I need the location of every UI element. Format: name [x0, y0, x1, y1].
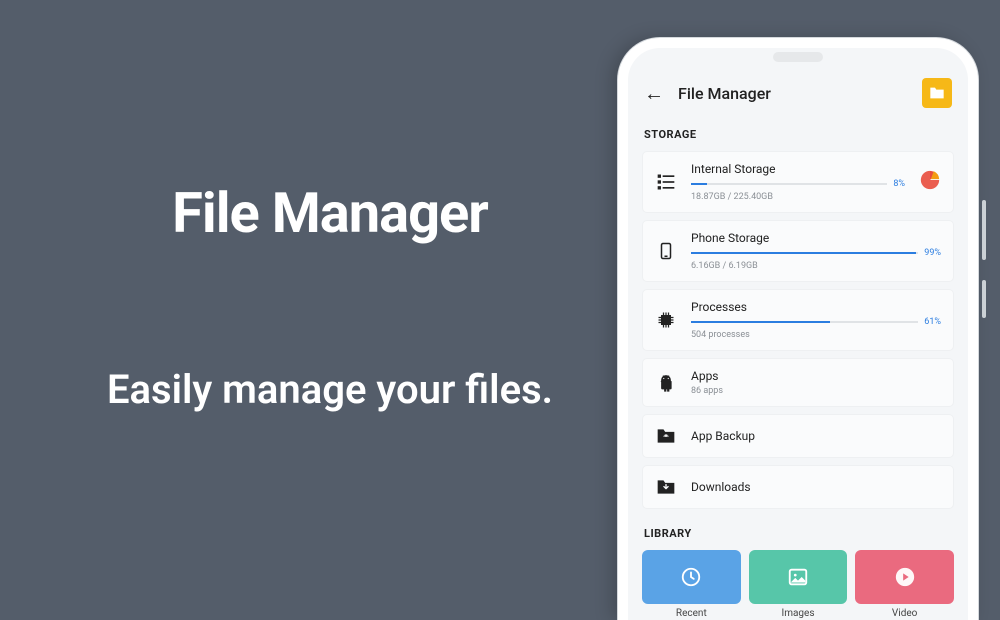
card-title: Internal Storage — [691, 162, 905, 176]
progress-bar — [691, 252, 918, 254]
progress-percent: 61% — [924, 317, 941, 327]
hero-text: File Manager Easily manage your files. — [60, 180, 600, 413]
play-icon — [894, 566, 916, 588]
phone-power-button — [982, 280, 986, 318]
library-label: Images — [749, 608, 848, 619]
library-tile — [642, 550, 741, 604]
storage-item-processes[interactable]: Processes 61% 504 processes — [642, 289, 954, 351]
app-title: File Manager — [678, 84, 771, 103]
card-body: Phone Storage 99% 6.16GB / 6.19GB — [691, 231, 941, 271]
back-arrow-icon[interactable]: ← — [644, 81, 664, 106]
hero-title: File Manager — [60, 180, 600, 246]
card-title: App Backup — [691, 429, 941, 443]
phone-volume-button — [982, 200, 986, 260]
progress-fill — [691, 321, 830, 323]
hero-subtitle: Easily manage your files. — [60, 366, 600, 413]
folder-button[interactable] — [922, 78, 952, 108]
app-header-left: ← File Manager — [644, 81, 771, 106]
card-sub: 18.87GB / 225.40GB — [691, 192, 905, 202]
phone-icon — [655, 240, 677, 262]
storage-item-internal[interactable]: Internal Storage 8% 18.87GB / 225.40GB — [642, 151, 954, 213]
progress-fill — [691, 183, 707, 185]
phone-mockup: ← File Manager STORAGE Internal Storage … — [618, 38, 978, 620]
chip-icon — [655, 309, 677, 331]
library-label: Recent — [642, 608, 741, 619]
card-title: Downloads — [691, 480, 941, 494]
backup-icon — [655, 425, 677, 447]
progress-fill — [691, 252, 916, 254]
android-icon — [655, 372, 677, 394]
card-title: Phone Storage — [691, 231, 941, 245]
progress-bar — [691, 183, 887, 185]
download-icon — [655, 476, 677, 498]
library-item-images[interactable]: Images — [749, 550, 848, 619]
progress-row: 61% — [691, 317, 941, 327]
storage-item-phone[interactable]: Phone Storage 99% 6.16GB / 6.19GB — [642, 220, 954, 282]
progress-row: 8% — [691, 179, 905, 189]
card-sub: 504 processes — [691, 330, 941, 340]
card-sub: 86 apps — [691, 386, 941, 396]
card-body: App Backup — [691, 429, 941, 443]
library-label: Video — [855, 608, 954, 619]
progress-percent: 99% — [924, 248, 941, 258]
card-body: Apps 86 apps — [691, 369, 941, 396]
library-tile — [749, 550, 848, 604]
library-item-video[interactable]: Video — [855, 550, 954, 619]
folder-icon — [929, 86, 945, 100]
card-sub: 6.16GB / 6.19GB — [691, 261, 941, 271]
library-item-recent[interactable]: Recent — [642, 550, 741, 619]
progress-row: 99% — [691, 248, 941, 258]
card-body: Internal Storage 8% 18.87GB / 225.40GB — [691, 162, 905, 202]
storage-section-title: STORAGE — [644, 128, 954, 141]
card-title: Processes — [691, 300, 941, 314]
app-screen: ← File Manager STORAGE Internal Storage … — [628, 68, 968, 620]
library-grid: Recent Images Video — [642, 550, 954, 619]
card-body: Downloads — [691, 480, 941, 494]
progress-percent: 8% — [893, 179, 905, 189]
library-section-title: LIBRARY — [644, 527, 954, 540]
storage-item-downloads[interactable]: Downloads — [642, 465, 954, 509]
app-header: ← File Manager — [642, 68, 954, 124]
image-icon — [787, 566, 809, 588]
storage-item-backup[interactable]: App Backup — [642, 414, 954, 458]
library-tile — [855, 550, 954, 604]
progress-bar — [691, 321, 918, 323]
card-body: Processes 61% 504 processes — [691, 300, 941, 340]
storage-item-apps[interactable]: Apps 86 apps — [642, 358, 954, 407]
phone-notch — [773, 52, 823, 62]
pie-chart-icon[interactable] — [919, 169, 941, 195]
storage-list-icon — [655, 171, 677, 193]
card-title: Apps — [691, 369, 941, 383]
clock-icon — [680, 566, 702, 588]
